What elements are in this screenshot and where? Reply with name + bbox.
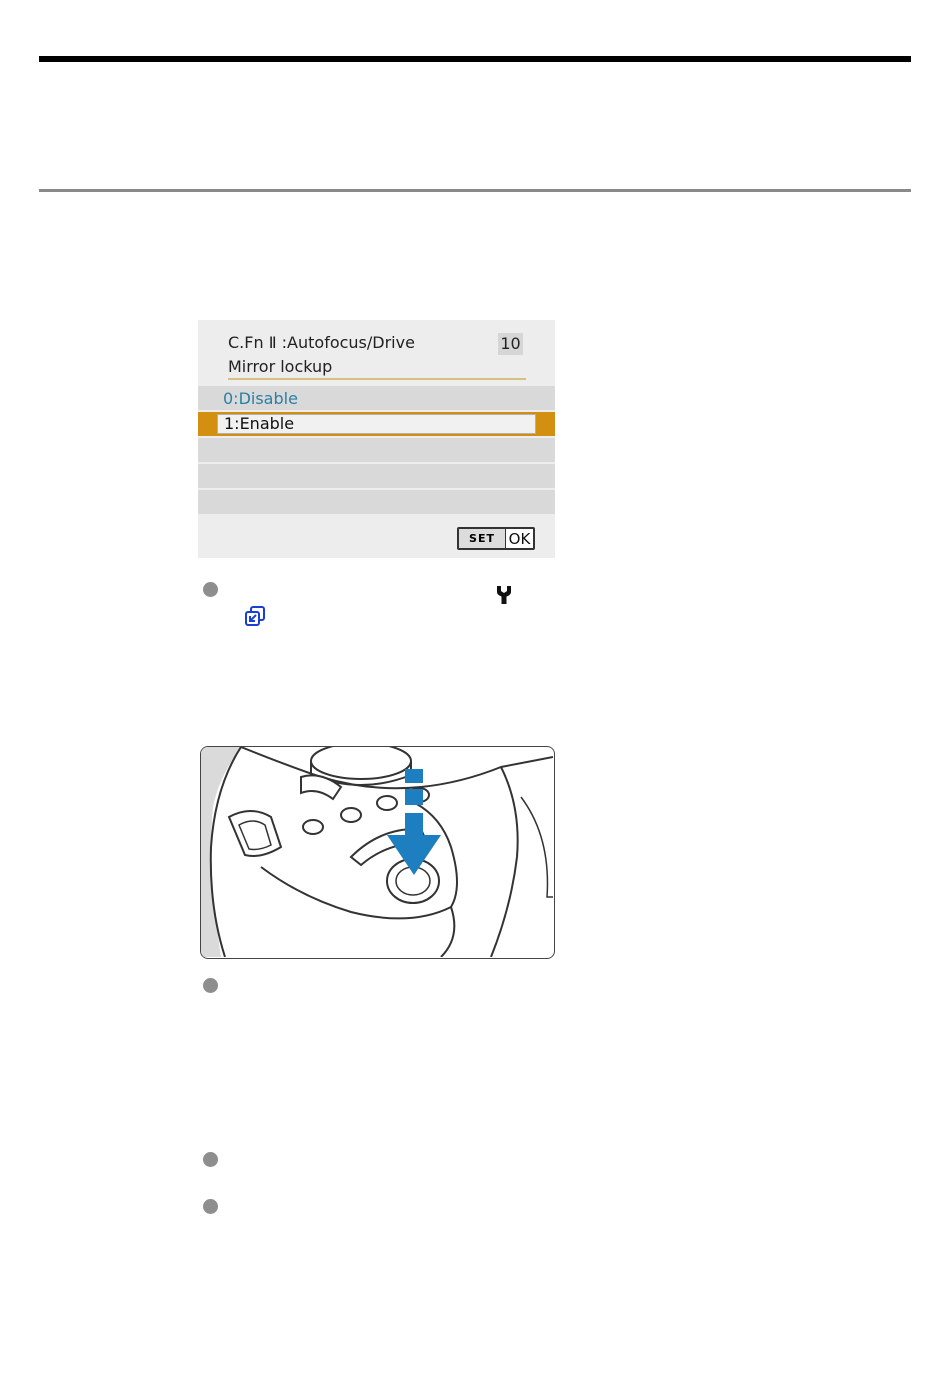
menu-title-underline — [228, 378, 526, 380]
option-label: 1:Enable — [224, 414, 295, 433]
bullet-marker — [203, 1199, 218, 1214]
shutter-button-illustration — [200, 746, 555, 959]
set-label: SET — [459, 529, 506, 548]
menu-category: C.Fn Ⅱ :Autofocus/Drive — [228, 333, 415, 352]
set-ok-button[interactable]: SET OK — [457, 527, 535, 550]
ok-label: OK — [508, 529, 531, 548]
menu-empty-row — [198, 464, 555, 488]
menu-option-enable[interactable]: 1:Enable — [198, 412, 555, 436]
bullet-marker — [203, 978, 218, 993]
option-selected-box: 1:Enable — [217, 414, 536, 434]
menu-option-disable[interactable]: 0:Disable — [198, 386, 555, 410]
external-link-icon[interactable] — [244, 605, 266, 627]
menu-empty-row — [198, 438, 555, 462]
mirror-lockup-menu-screen: C.Fn Ⅱ :Autofocus/Drive 10 Mirror lockup… — [198, 320, 555, 558]
top-rule — [39, 56, 911, 62]
wrench-icon — [497, 586, 511, 604]
bullet-marker — [203, 582, 218, 597]
bullet-marker — [203, 1152, 218, 1167]
menu-number-badge: 10 — [498, 333, 523, 355]
option-label: 0:Disable — [223, 389, 298, 408]
menu-title: Mirror lockup — [228, 357, 333, 376]
menu-empty-row — [198, 490, 555, 514]
section-rule — [39, 189, 911, 192]
